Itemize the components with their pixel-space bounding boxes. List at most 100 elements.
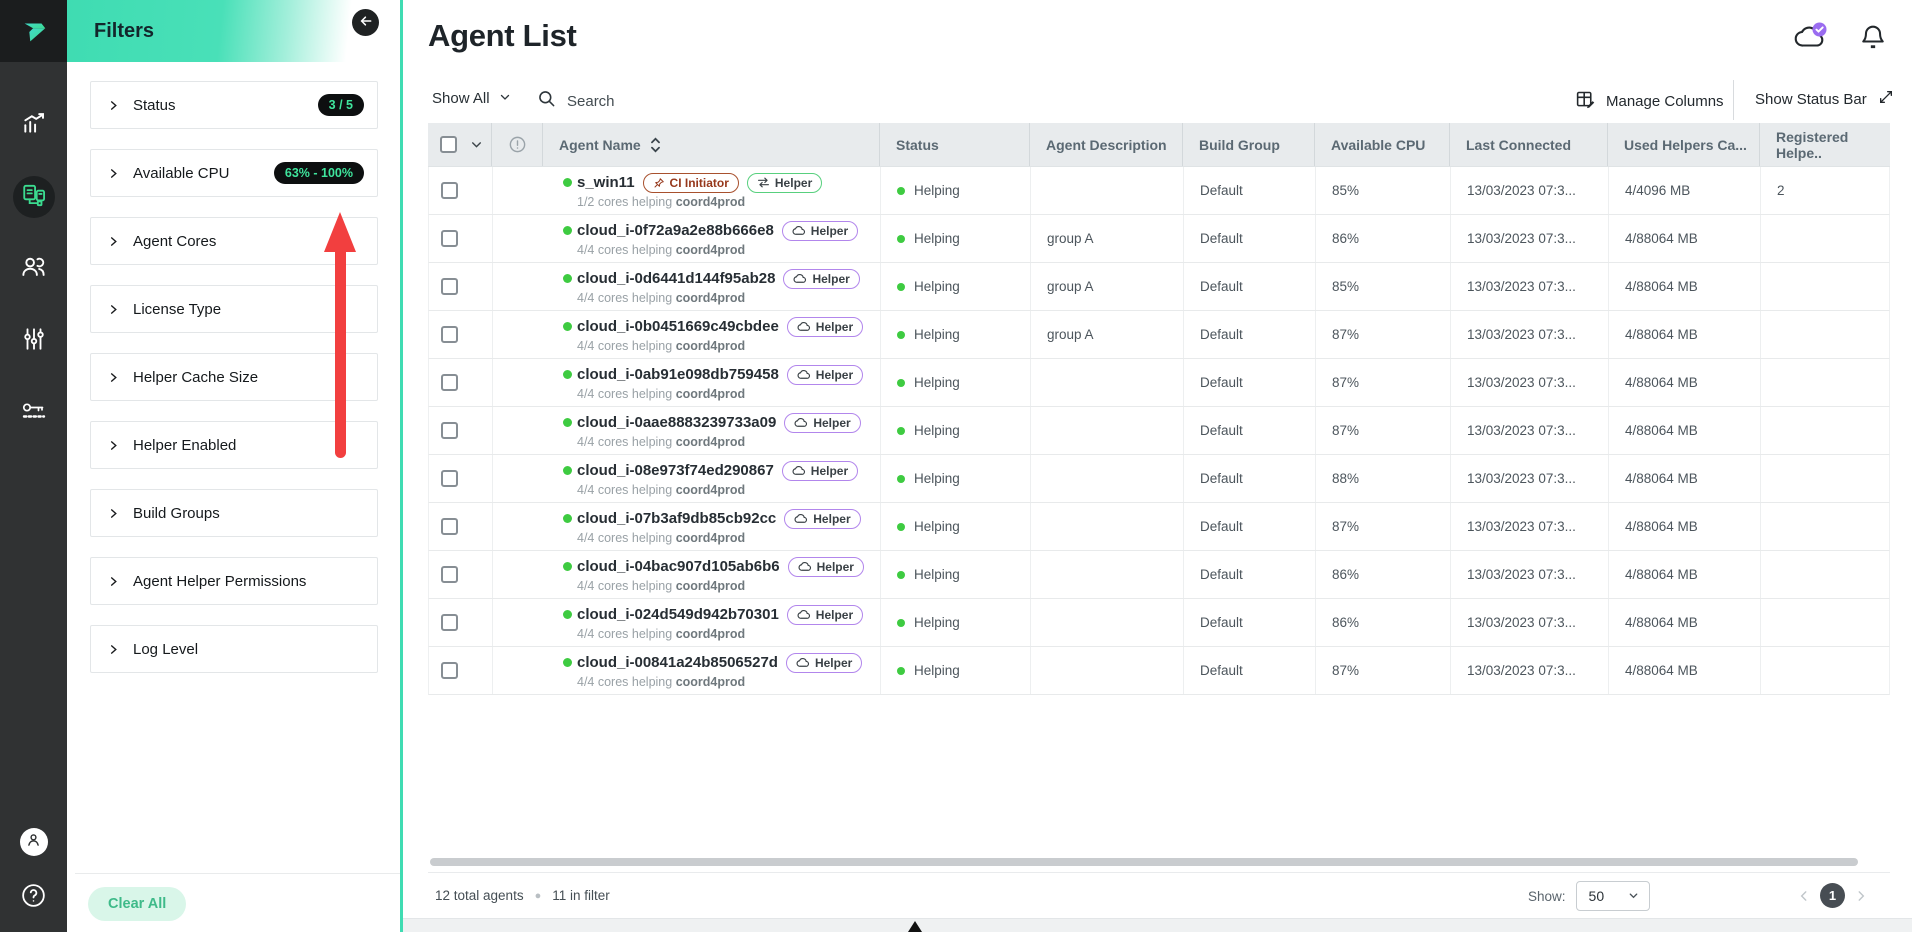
agent-name: cloud_i-08e973f74ed290867 xyxy=(577,462,774,479)
in-filter-label: 11 in filter xyxy=(552,888,610,903)
agent-subtext: 4/4 cores helping coord4prod xyxy=(563,579,745,593)
filter-item-agent-cores[interactable]: Agent Cores xyxy=(90,217,378,265)
cloud-icon xyxy=(796,657,810,668)
table-row[interactable]: cloud_i-0ab91e098db759458Helper4/4 cores… xyxy=(428,359,1890,407)
row-select-cell xyxy=(429,359,493,406)
sidebar-item-analytics[interactable] xyxy=(13,104,55,146)
table-row[interactable]: cloud_i-00841a24b8506527dHelper4/4 cores… xyxy=(428,647,1890,695)
profile-button[interactable] xyxy=(20,828,48,856)
row-checkbox[interactable] xyxy=(441,230,458,247)
show-status-bar-button[interactable]: Show Status Bar xyxy=(1755,89,1894,109)
filters-panel: Filters Status3 / 5 Available CPU63% - 10… xyxy=(67,0,400,932)
cloud-status-button[interactable] xyxy=(1793,22,1829,56)
collapse-filters-button[interactable] xyxy=(352,9,379,36)
manage-columns-button[interactable]: Manage Columns xyxy=(1575,89,1724,114)
row-alert-cell xyxy=(493,407,544,454)
agent-subtext: 4/4 cores helping coord4prod xyxy=(563,435,745,449)
filter-item-helper-enabled[interactable]: Helper Enabled xyxy=(90,421,378,469)
column-label: Used Helpers Ca... xyxy=(1624,137,1747,153)
search-box xyxy=(537,89,807,113)
filter-item-available-cpu[interactable]: Available CPU63% - 100% xyxy=(90,149,378,197)
badge-helper: Helper xyxy=(788,557,864,577)
agent-subtext: 4/4 cores helping coord4prod xyxy=(563,531,745,545)
row-checkbox[interactable] xyxy=(441,182,458,199)
filter-item-log-level[interactable]: Log Level xyxy=(90,625,378,673)
page-size-select[interactable]: 50 xyxy=(1576,881,1650,911)
cloud-icon xyxy=(794,417,808,428)
row-checkbox[interactable] xyxy=(441,422,458,439)
row-select-cell xyxy=(429,551,493,598)
status-cell: Helping xyxy=(881,551,1031,598)
row-checkbox[interactable] xyxy=(441,470,458,487)
sidebar-item-agents[interactable] xyxy=(13,176,55,218)
row-select-cell xyxy=(429,263,493,310)
available-cpu-cell: 87% xyxy=(1316,503,1451,550)
previous-page-button[interactable] xyxy=(1797,889,1811,903)
row-checkbox[interactable] xyxy=(441,518,458,535)
last-connected-cell: 13/03/2023 07:3... xyxy=(1451,503,1609,550)
notifications-button[interactable] xyxy=(1860,23,1886,57)
filter-item-agent-helper-permissions[interactable]: Agent Helper Permissions xyxy=(90,557,378,605)
table-row[interactable]: cloud_i-07b3af9db85cb92ccHelper4/4 cores… xyxy=(428,503,1890,551)
sidebar-item-settings[interactable] xyxy=(13,320,55,362)
row-checkbox[interactable] xyxy=(441,662,458,679)
row-checkbox[interactable] xyxy=(441,374,458,391)
help-button[interactable] xyxy=(20,884,48,912)
table-row[interactable]: s_win11CI InitiatorHelper1/2 cores helpi… xyxy=(428,167,1890,215)
filter-item-license-type[interactable]: License Type xyxy=(90,285,378,333)
column-header-last-connected: Last Connected xyxy=(1450,123,1608,166)
row-alert-cell xyxy=(493,599,544,646)
row-checkbox[interactable] xyxy=(441,326,458,343)
agents-icon xyxy=(21,182,47,213)
sort-icon[interactable] xyxy=(650,137,661,153)
users-icon xyxy=(20,253,47,285)
filter-item-helper-cache-size[interactable]: Helper Cache Size xyxy=(90,353,378,401)
row-alert-cell xyxy=(493,359,544,406)
used-helpers-cell: 4/88064 MB xyxy=(1609,551,1761,598)
next-page-button[interactable] xyxy=(1854,889,1868,903)
table-row[interactable]: cloud_i-04bac907d105ab6b6Helper4/4 cores… xyxy=(428,551,1890,599)
app-logo[interactable] xyxy=(0,0,67,62)
status-dot xyxy=(897,331,905,339)
search-input[interactable] xyxy=(567,93,807,110)
table-row[interactable]: cloud_i-0f72a9a2e88b666e8Helper4/4 cores… xyxy=(428,215,1890,263)
show-all-label: Show All xyxy=(432,90,490,107)
column-label: Registered Helpe.. xyxy=(1776,129,1890,161)
used-helpers-cell: 4/88064 MB xyxy=(1609,407,1761,454)
table-row[interactable]: cloud_i-0d6441d144f95ab28Helper4/4 cores… xyxy=(428,263,1890,311)
agent-name-cell: cloud_i-0aae8883239733a09Helper4/4 cores… xyxy=(544,407,881,454)
agent-name: cloud_i-0aae8883239733a09 xyxy=(577,414,776,431)
sidebar-item-license[interactable] xyxy=(13,392,55,434)
table-row[interactable]: cloud_i-0aae8883239733a09Helper4/4 cores… xyxy=(428,407,1890,455)
agent-name-cell: cloud_i-0d6441d144f95ab28Helper4/4 cores… xyxy=(544,263,881,310)
filter-item-build-groups[interactable]: Build Groups xyxy=(90,489,378,537)
horizontal-scrollbar[interactable] xyxy=(430,858,1858,866)
filters-header: Filters xyxy=(67,0,400,62)
table-row[interactable]: cloud_i-024d549d942b70301Helper4/4 cores… xyxy=(428,599,1890,647)
current-page[interactable]: 1 xyxy=(1820,883,1845,908)
last-connected-cell: 13/03/2023 07:3... xyxy=(1451,599,1609,646)
agent-online-dot xyxy=(563,274,572,283)
status-dot xyxy=(897,523,905,531)
agent-online-dot xyxy=(563,562,572,571)
chevron-right-icon xyxy=(108,372,119,383)
row-checkbox[interactable] xyxy=(441,278,458,295)
column-header-agent-name[interactable]: Agent Name xyxy=(543,123,880,166)
sidebar-item-users[interactable] xyxy=(13,248,55,290)
row-checkbox[interactable] xyxy=(441,614,458,631)
chevron-down-icon[interactable] xyxy=(470,138,483,151)
filter-item-status[interactable]: Status3 / 5 xyxy=(90,81,378,129)
select-all-checkbox[interactable] xyxy=(440,136,457,153)
description-cell: group A xyxy=(1031,215,1184,262)
row-checkbox[interactable] xyxy=(441,566,458,583)
description-cell xyxy=(1031,407,1184,454)
description-cell xyxy=(1031,647,1184,694)
clear-all-button[interactable]: Clear All xyxy=(88,887,186,921)
table-row[interactable]: cloud_i-08e973f74ed290867Helper4/4 cores… xyxy=(428,455,1890,503)
show-all-dropdown[interactable]: Show All xyxy=(432,90,511,107)
column-label: Agent Name xyxy=(559,137,641,153)
last-connected-cell: 13/03/2023 07:3... xyxy=(1451,215,1609,262)
table-row[interactable]: cloud_i-0b0451669c49cbdeeHelper4/4 cores… xyxy=(428,311,1890,359)
row-alert-cell xyxy=(493,311,544,358)
pin-icon xyxy=(653,177,665,189)
